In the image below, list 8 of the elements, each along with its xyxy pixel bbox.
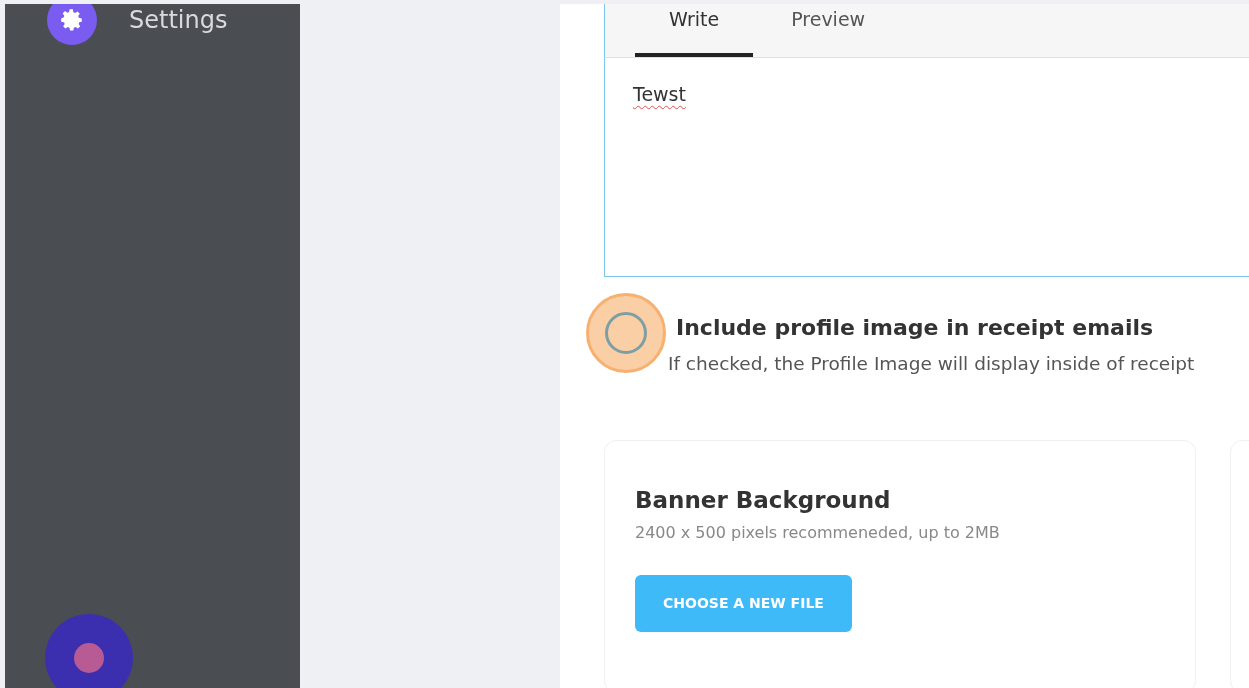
option-description: If checked, the Profile Image will display inside of receipt <box>668 352 1195 376</box>
card-title: Banner Background <box>635 485 892 515</box>
settings-icon <box>47 4 97 45</box>
text-editor-field[interactable]: Tewst <box>604 58 1249 277</box>
option-label: Include profile image in receipt emails <box>676 314 1155 342</box>
sidebar-item[interactable]: Settings <box>5 4 234 46</box>
card-hint: 2400 x 500 pixels recommeneded, up to 2MB <box>635 522 1001 545</box>
editor-tab[interactable]: Preview <box>757 4 900 57</box>
